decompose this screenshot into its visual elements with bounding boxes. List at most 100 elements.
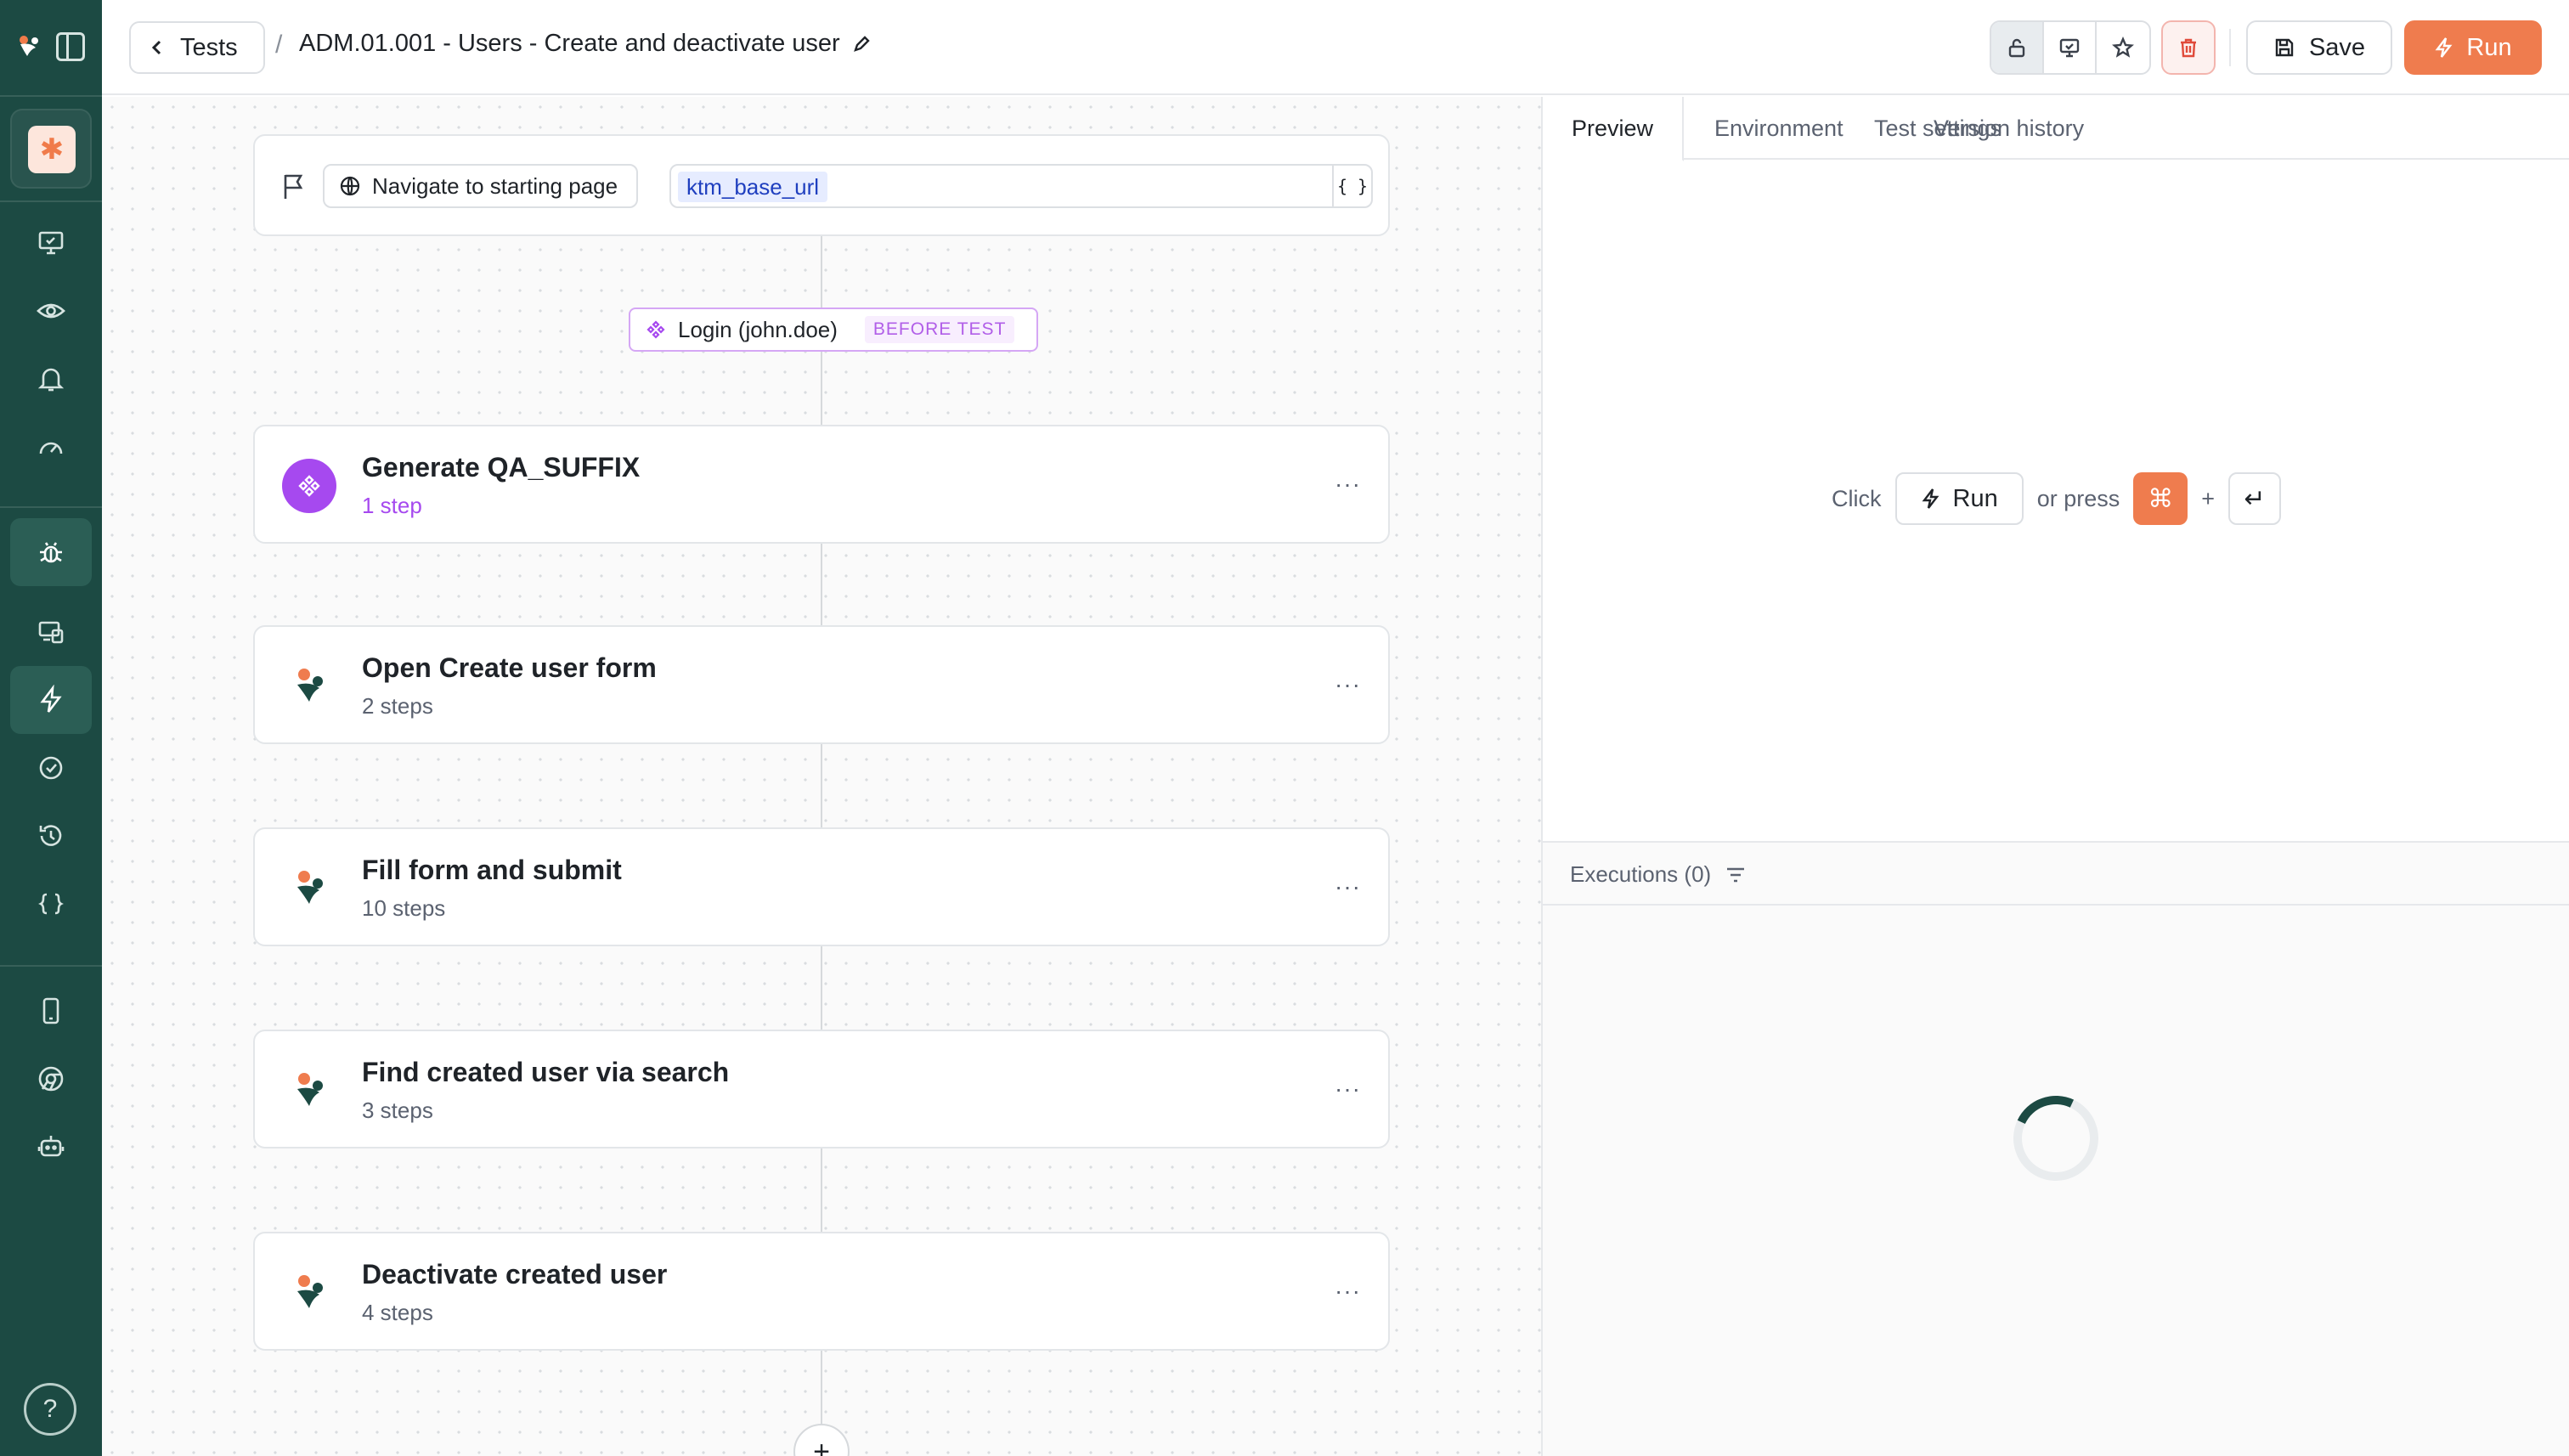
- braces-icon: [38, 893, 64, 915]
- component-icon: [282, 459, 336, 513]
- step-title: Deactivate created user: [362, 1259, 668, 1290]
- app-logo-icon[interactable]: [14, 31, 44, 61]
- step-count: 2 steps: [362, 693, 433, 719]
- sidebar-item-agent[interactable]: [10, 1113, 92, 1181]
- filter-icon[interactable]: [1725, 866, 1747, 884]
- breadcrumb-separator: /: [275, 31, 283, 59]
- sidebar-item-devices[interactable]: [10, 598, 92, 666]
- sidebar-item-variables[interactable]: [10, 870, 92, 938]
- step-count: 10 steps: [362, 895, 446, 921]
- run-label: Run: [2466, 33, 2512, 61]
- robot-icon: [37, 1136, 65, 1157]
- sidebar-item-browser[interactable]: [10, 1045, 92, 1113]
- sidebar-item-bugs[interactable]: [10, 518, 92, 586]
- page-title: ADM.01.001 - Users - Create and deactiva…: [299, 30, 871, 58]
- sidebar-divider: [0, 965, 102, 967]
- run-button[interactable]: Run: [2404, 20, 2542, 75]
- chevron-left-icon: [151, 40, 161, 55]
- workspace-switcher[interactable]: ✱: [10, 109, 92, 189]
- more-options-icon[interactable]: ···: [1335, 471, 1361, 498]
- sidebar-item-alerts[interactable]: [10, 345, 92, 413]
- trash-icon: [2181, 38, 2196, 58]
- step-count: 4 steps: [362, 1300, 433, 1325]
- url-variable-chip[interactable]: ktm_base_url: [678, 172, 828, 202]
- sidebar-item-tests[interactable]: [10, 666, 92, 734]
- tab-preview[interactable]: Preview: [1543, 97, 1685, 161]
- flow-connector: [821, 236, 822, 313]
- right-panel: Preview Environment Test settings Versio…: [1543, 97, 2569, 1456]
- lightning-icon: [40, 685, 62, 713]
- executions-header: Executions (0): [1543, 841, 2569, 906]
- help-button[interactable]: ?: [24, 1383, 76, 1436]
- step-card[interactable]: Find created user via search 3 steps ···: [253, 1030, 1390, 1148]
- flow-connector: [821, 352, 822, 425]
- history-icon: [39, 825, 62, 846]
- step-card[interactable]: Fill form and submit 10 steps ···: [253, 827, 1390, 946]
- chrome-icon: [38, 1066, 64, 1092]
- app-step-icon: [297, 871, 323, 904]
- step-card[interactable]: Open Create user form 2 steps ···: [253, 625, 1390, 744]
- test-title: ADM.01.001 - Users - Create and deactiva…: [299, 30, 840, 57]
- sidebar-item-runs[interactable]: [10, 734, 92, 802]
- monitor-button[interactable]: [2044, 22, 2097, 73]
- tab-environment[interactable]: Environment: [1685, 97, 1872, 160]
- delete-button[interactable]: [2161, 20, 2216, 75]
- step-title: Find created user via search: [362, 1057, 730, 1087]
- hint-run-label: Run: [1952, 484, 1998, 512]
- tab-version-history[interactable]: Version history: [1905, 97, 2113, 160]
- executions-label: Executions (0): [1570, 861, 1712, 887]
- app-step-icon: [297, 1073, 323, 1106]
- sidebar-collapse-icon[interactable]: [56, 32, 85, 61]
- lock-icon: [2008, 38, 2025, 58]
- sidebar-item-monitor[interactable]: [10, 209, 92, 277]
- hint-plus-text: +: [2201, 485, 2216, 511]
- workspace-logo-icon: ✱: [28, 126, 76, 173]
- app-step-icon: [297, 1275, 323, 1308]
- step-card[interactable]: Deactivate created user 4 steps ···: [253, 1232, 1390, 1351]
- navigate-action-pill[interactable]: Navigate to starting page: [323, 164, 639, 208]
- flow-connector: [821, 946, 822, 1030]
- monitor-check-icon: [38, 231, 64, 255]
- gauge-icon: [39, 442, 63, 454]
- more-options-icon[interactable]: ···: [1335, 873, 1361, 900]
- sidebar-item-performance[interactable]: [10, 413, 92, 481]
- sidebar-item-history[interactable]: [10, 802, 92, 870]
- globe-icon: [340, 176, 360, 196]
- app-step-icon: [297, 669, 323, 702]
- command-key-icon: ⌘: [2133, 472, 2188, 525]
- flow-connector: [821, 544, 822, 625]
- more-options-icon[interactable]: ···: [1335, 671, 1361, 698]
- panel-tabs: Preview Environment Test settings Versio…: [1543, 97, 2569, 161]
- sidebar-item-mobile[interactable]: [10, 977, 92, 1045]
- lightning-icon: [1922, 488, 1939, 509]
- add-step-button[interactable]: +: [793, 1424, 850, 1456]
- step-title: Fill form and submit: [362, 855, 622, 885]
- step-title: Open Create user form: [362, 652, 657, 683]
- insert-variable-button[interactable]: { }: [1332, 166, 1371, 206]
- lock-button[interactable]: [1991, 22, 2044, 73]
- login-label: Login (john.doe): [678, 316, 838, 342]
- back-to-tests-button[interactable]: Tests: [129, 21, 265, 74]
- flow-connector: [821, 1148, 822, 1232]
- step-title: Generate QA_SUFFIX: [362, 452, 641, 483]
- executions-title: Executions (0): [1570, 861, 1747, 888]
- starting-url-input[interactable]: ktm_base_url { }: [669, 164, 1373, 208]
- test-flow-canvas[interactable]: Navigate to starting page ktm_base_url {…: [102, 97, 1541, 1456]
- more-options-icon[interactable]: ···: [1335, 1278, 1361, 1305]
- favorite-button[interactable]: [2097, 22, 2149, 73]
- more-options-icon[interactable]: ···: [1335, 1075, 1361, 1103]
- edit-pencil-icon[interactable]: [852, 35, 871, 54]
- bug-icon: [40, 542, 62, 563]
- sidebar: ✱ ?: [0, 0, 102, 1456]
- step-count: 1 step: [362, 493, 422, 518]
- hint-run-button[interactable]: Run: [1894, 472, 2024, 525]
- sidebar-top: [0, 0, 102, 95]
- bell-icon: [37, 368, 65, 392]
- save-button[interactable]: Save: [2246, 20, 2392, 75]
- lightning-icon: [2435, 37, 2453, 58]
- before-test-login-badge[interactable]: Login (john.doe) BEFORE TEST: [629, 308, 1039, 352]
- step-card[interactable]: Generate QA_SUFFIX 1 step ···: [253, 425, 1390, 544]
- sidebar-item-visual[interactable]: [10, 277, 92, 345]
- flag-icon: [284, 174, 303, 199]
- back-button-label: Tests: [180, 33, 238, 61]
